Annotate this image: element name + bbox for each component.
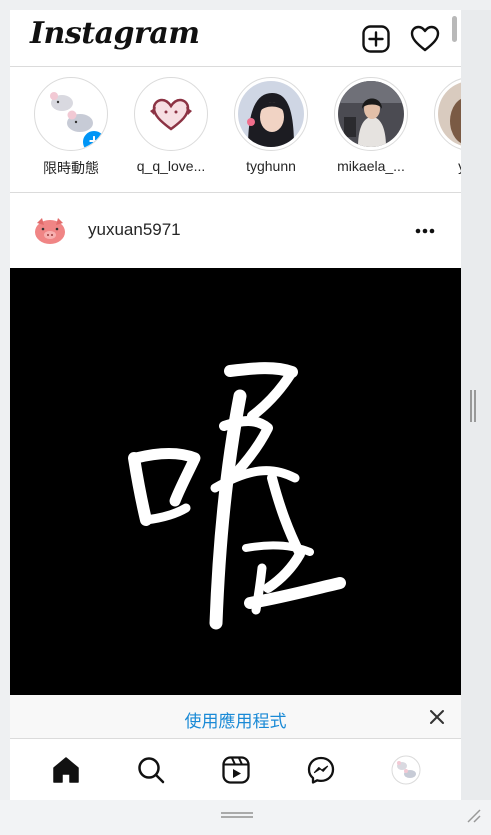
- post-header: yuxuan5971: [10, 193, 461, 268]
- story-item[interactable]: yiha: [431, 77, 461, 174]
- profile-avatar: [391, 755, 421, 785]
- story-own[interactable]: + 限時動態: [31, 77, 111, 178]
- story-name: mikaela_...: [337, 158, 405, 174]
- post-author-avatar[interactable]: [30, 210, 70, 250]
- banner-close-button[interactable]: [428, 708, 446, 726]
- story-ring: [434, 77, 461, 151]
- story-avatar: [238, 81, 304, 147]
- nav-messenger[interactable]: [306, 755, 336, 785]
- post-username[interactable]: yuxuan5971: [88, 220, 181, 240]
- bottom-navigation: [10, 739, 461, 800]
- nav-home[interactable]: [51, 755, 81, 785]
- add-story-badge[interactable]: +: [81, 129, 107, 150]
- activity-button[interactable]: [410, 24, 440, 54]
- top-bar: Instagram: [10, 10, 461, 67]
- story-name: tyghunn: [246, 158, 296, 174]
- post-image[interactable]: 喔: [10, 268, 461, 695]
- story-name: 限時動態: [43, 160, 99, 176]
- stories-tray: + 限時動態 q_q_love... tyghunn mikaela_...: [10, 67, 461, 193]
- story-ring: [134, 77, 208, 151]
- more-dots-icon: [415, 228, 435, 234]
- nav-search[interactable]: [136, 755, 166, 785]
- story-ring: [234, 77, 308, 151]
- open-app-banner: 使用應用程式: [10, 695, 461, 739]
- new-post-button[interactable]: [361, 24, 391, 54]
- open-app-link[interactable]: 使用應用程式: [10, 707, 461, 732]
- plus-square-icon: [362, 25, 390, 53]
- vertical-resize-handle[interactable]: [221, 812, 253, 818]
- instagram-logo[interactable]: Instagram: [30, 16, 200, 51]
- horizontal-resize-handle[interactable]: [470, 390, 476, 422]
- search-icon: [138, 757, 165, 784]
- home-icon: [53, 757, 79, 783]
- story-ring: +: [34, 77, 108, 151]
- nav-reels[interactable]: [221, 755, 251, 785]
- resize-grip-icon: [467, 809, 481, 823]
- instagram-window: Instagram + 限時動態 q_q_love... tyghunn mik…: [10, 10, 461, 800]
- story-name: q_q_love...: [136, 158, 206, 174]
- story-item[interactable]: q_q_love...: [131, 77, 211, 174]
- story-avatar: [438, 81, 461, 147]
- corner-resize-handle[interactable]: [464, 806, 482, 824]
- reels-icon: [222, 756, 250, 784]
- vertical-scrollbar[interactable]: [452, 16, 457, 42]
- story-avatar: [138, 81, 204, 147]
- nav-profile[interactable]: [391, 755, 421, 785]
- story-item[interactable]: mikaela_...: [331, 77, 411, 174]
- story-ring: [334, 77, 408, 151]
- heart-icon: [410, 25, 440, 52]
- story-avatar: [338, 81, 404, 147]
- story-item[interactable]: tyghunn: [231, 77, 311, 174]
- side-panel: [461, 10, 491, 800]
- close-icon: [430, 710, 444, 724]
- story-name: yiha: [428, 158, 461, 174]
- calligraphy-image: 喔: [10, 268, 461, 695]
- post-options-button[interactable]: [410, 219, 440, 243]
- messenger-icon: [307, 756, 335, 784]
